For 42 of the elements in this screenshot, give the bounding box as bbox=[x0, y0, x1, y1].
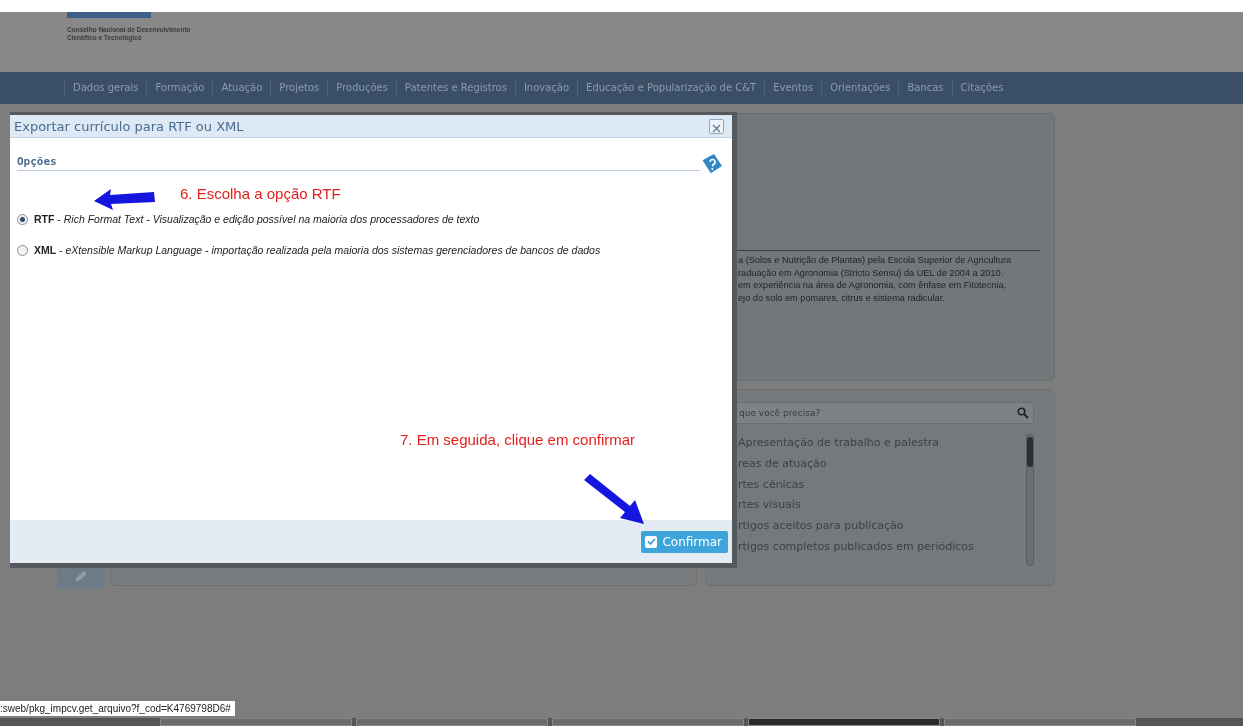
annotation-text: 7. Em seguida, clique em confirmar bbox=[400, 431, 636, 448]
option-label: XML - eXtensible Markup Language - importação realizada pela maioria dos sistemas gerenciadores de bancos de dados bbox=[34, 244, 601, 256]
nav-link[interactable]: Projetos bbox=[270, 80, 328, 96]
nav-link[interactable]: Educação e Popularização de C&T bbox=[577, 80, 765, 96]
scrollbar[interactable] bbox=[1026, 434, 1034, 566]
logo-icon bbox=[67, 12, 151, 18]
search-icon[interactable] bbox=[1017, 407, 1029, 419]
dialog-title: Exportar currículo para RTF ou XML bbox=[14, 118, 244, 134]
nav-link[interactable]: Inovação bbox=[514, 80, 578, 96]
topic-item[interactable]: rtigos completos publicados em periódicos bbox=[738, 538, 974, 556]
topic-item[interactable]: reas de atuação bbox=[738, 454, 974, 473]
search-placeholder: que você precisa? bbox=[739, 408, 821, 418]
nav-link[interactable]: Produções bbox=[327, 80, 396, 96]
confirm-button[interactable]: Confirmar bbox=[641, 530, 728, 553]
checkmark-icon bbox=[646, 537, 656, 546]
arrow-icon bbox=[582, 474, 646, 526]
annotation-text: 6. Escolha a opção RTF bbox=[180, 185, 341, 202]
radio-button[interactable] bbox=[17, 244, 28, 256]
section-title: Opções bbox=[17, 155, 57, 170]
summary-text: ejo do solo em pomares, citrus e sistema radicular. bbox=[738, 291, 946, 304]
nav-link[interactable]: Formação bbox=[146, 80, 213, 96]
arrow-icon bbox=[94, 186, 156, 210]
summary-text: em experiência na área de Agronomia, com ênfase em Fitotecnia, bbox=[738, 279, 1008, 292]
summary-text: a (Solos e Nutrição de Plantas) pela Escola Superior de Agricultura bbox=[738, 254, 1013, 267]
radio-button[interactable] bbox=[17, 213, 28, 225]
summary-text: raduação em Agronomia (Stricto Sensu) da UEL de 2004 a 2010. bbox=[738, 266, 1005, 279]
nav-link[interactable]: Dados gerais bbox=[64, 80, 147, 96]
help-book-icon[interactable] bbox=[700, 152, 724, 176]
nav-link[interactable]: Orientações bbox=[821, 80, 899, 96]
nav-link[interactable]: Atuação bbox=[212, 80, 271, 96]
option-label: RTF - Rich Format Text - Visualização e edição possível na maioria dos processadores de texto bbox=[34, 213, 480, 225]
nav-link[interactable]: Bancas bbox=[898, 80, 952, 96]
edit-button[interactable] bbox=[57, 566, 105, 588]
nav-link[interactable]: Citações bbox=[951, 80, 1012, 96]
status-url: :sweb/pkg_impcv.get_arquivo?f_cod=K4769798D6# bbox=[0, 700, 235, 716]
topic-item[interactable]: rtes visuais bbox=[738, 496, 974, 514]
search-field[interactable]: que você precisa? bbox=[734, 402, 1034, 424]
nav-link[interactable]: Patentes e Registros bbox=[395, 80, 515, 96]
taskbar-button[interactable] bbox=[748, 718, 940, 726]
nav-link[interactable]: Eventos bbox=[764, 80, 822, 96]
close-icon[interactable] bbox=[709, 118, 724, 134]
pencil-icon bbox=[73, 570, 89, 584]
